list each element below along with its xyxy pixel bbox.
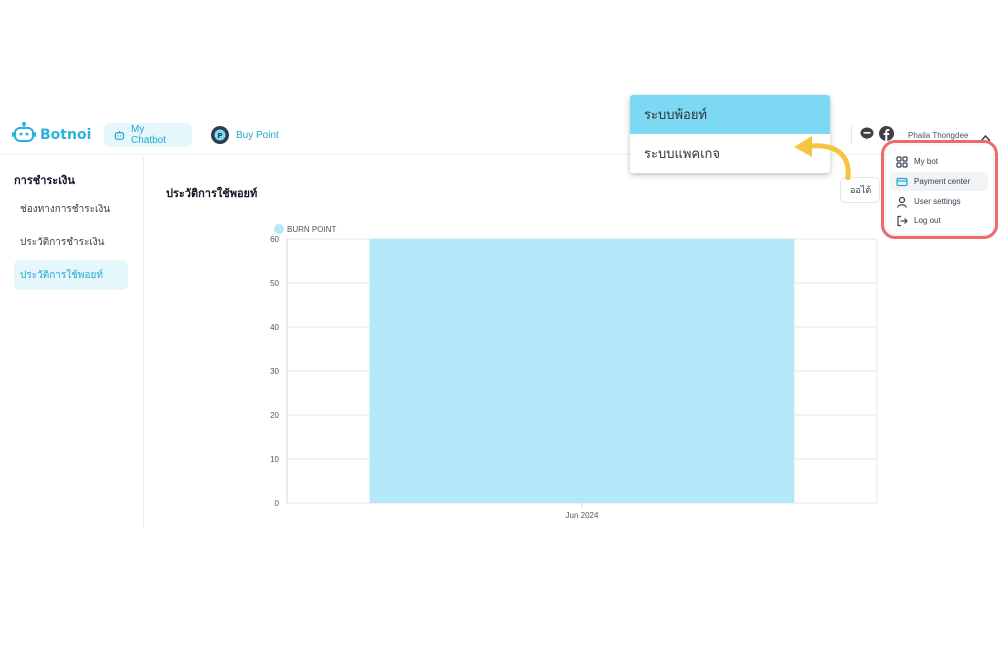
y-tick-label: 10 xyxy=(270,455,279,464)
coin-icon: P xyxy=(210,125,230,145)
y-tick-label: 30 xyxy=(270,367,279,376)
page-title: ประวัติการใช้พอยท์ xyxy=(166,188,258,200)
nav-my-chatbot[interactable]: My Chatbot xyxy=(104,123,192,147)
menu-item-log-out[interactable]: Log out xyxy=(890,211,988,230)
y-tick-label: 0 xyxy=(275,499,280,508)
line-icon[interactable] xyxy=(860,127,874,146)
menu-item-label: Log out xyxy=(914,216,941,225)
sidebar: การชำระเงิน ช่องทางการชำระเงิน ประวัติกา… xyxy=(0,156,144,528)
nav-buy-point[interactable]: P Buy Point xyxy=(200,123,289,147)
logo-text: Botnoi xyxy=(40,126,92,143)
menu-item-user-settings[interactable]: User settings xyxy=(890,192,988,211)
x-tick-label: Jun 2024 xyxy=(566,511,599,520)
menu-item-payment-center[interactable]: Payment center xyxy=(890,172,988,191)
menu-item-label: ระบบพ้อยท์ xyxy=(644,107,708,122)
logout-icon xyxy=(896,215,908,227)
credit-card-icon xyxy=(896,176,908,188)
menu-item-label: Payment center xyxy=(914,177,971,186)
y-tick-label: 20 xyxy=(270,411,279,420)
point-usage-chart: 0 10 20 30 40 50 60 Jun 2024 BURN POINT xyxy=(270,224,878,520)
filter-dropdown-label: ออไต้ xyxy=(850,185,872,195)
legend-swatch xyxy=(274,224,284,234)
sidebar-item-label: ประวัติการใช้พอยท์ xyxy=(20,269,103,281)
user-icon xyxy=(896,196,908,208)
sidebar-title: การชำระเงิน xyxy=(14,175,75,187)
botnoi-logo[interactable]: Botnoi xyxy=(12,121,91,148)
y-tick-label: 40 xyxy=(270,323,279,332)
sidebar-item-point-usage-history[interactable]: ประวัติการใช้พอยท์ xyxy=(14,260,128,290)
menu-item-my-bot[interactable]: My bot xyxy=(890,152,988,171)
robot-icon xyxy=(12,121,36,148)
nav-buy-point-label: Buy Point xyxy=(236,129,279,141)
menu-item-label: ระบบแพคเกจ xyxy=(644,146,721,161)
user-name[interactable]: Phaila Thongdee xyxy=(908,131,968,140)
legend-label: BURN POINT xyxy=(287,225,336,234)
sidebar-item-payment-history[interactable]: ประวัติการชำระเงิน xyxy=(14,227,128,257)
filter-dropdown[interactable]: ออไต้ xyxy=(840,177,880,203)
sidebar-item-payment-channel[interactable]: ช่องทางการชำระเงิน xyxy=(14,194,128,224)
nav-my-chatbot-label: My Chatbot xyxy=(131,124,167,146)
sidebar-item-label: ประวัติการชำระเงิน xyxy=(20,236,105,248)
grid-icon xyxy=(896,155,908,168)
y-tick-label: 50 xyxy=(270,279,279,288)
y-tick-label: 60 xyxy=(270,235,279,244)
sidebar-item-label: ช่องทางการชำระเงิน xyxy=(20,203,111,215)
menu-item-label: My bot xyxy=(914,157,939,166)
robot-icon xyxy=(114,130,125,141)
menu-item-label: User settings xyxy=(914,197,961,206)
bar xyxy=(369,239,795,503)
annotation-arrow-icon xyxy=(794,136,851,180)
svg-text:P: P xyxy=(217,132,222,140)
